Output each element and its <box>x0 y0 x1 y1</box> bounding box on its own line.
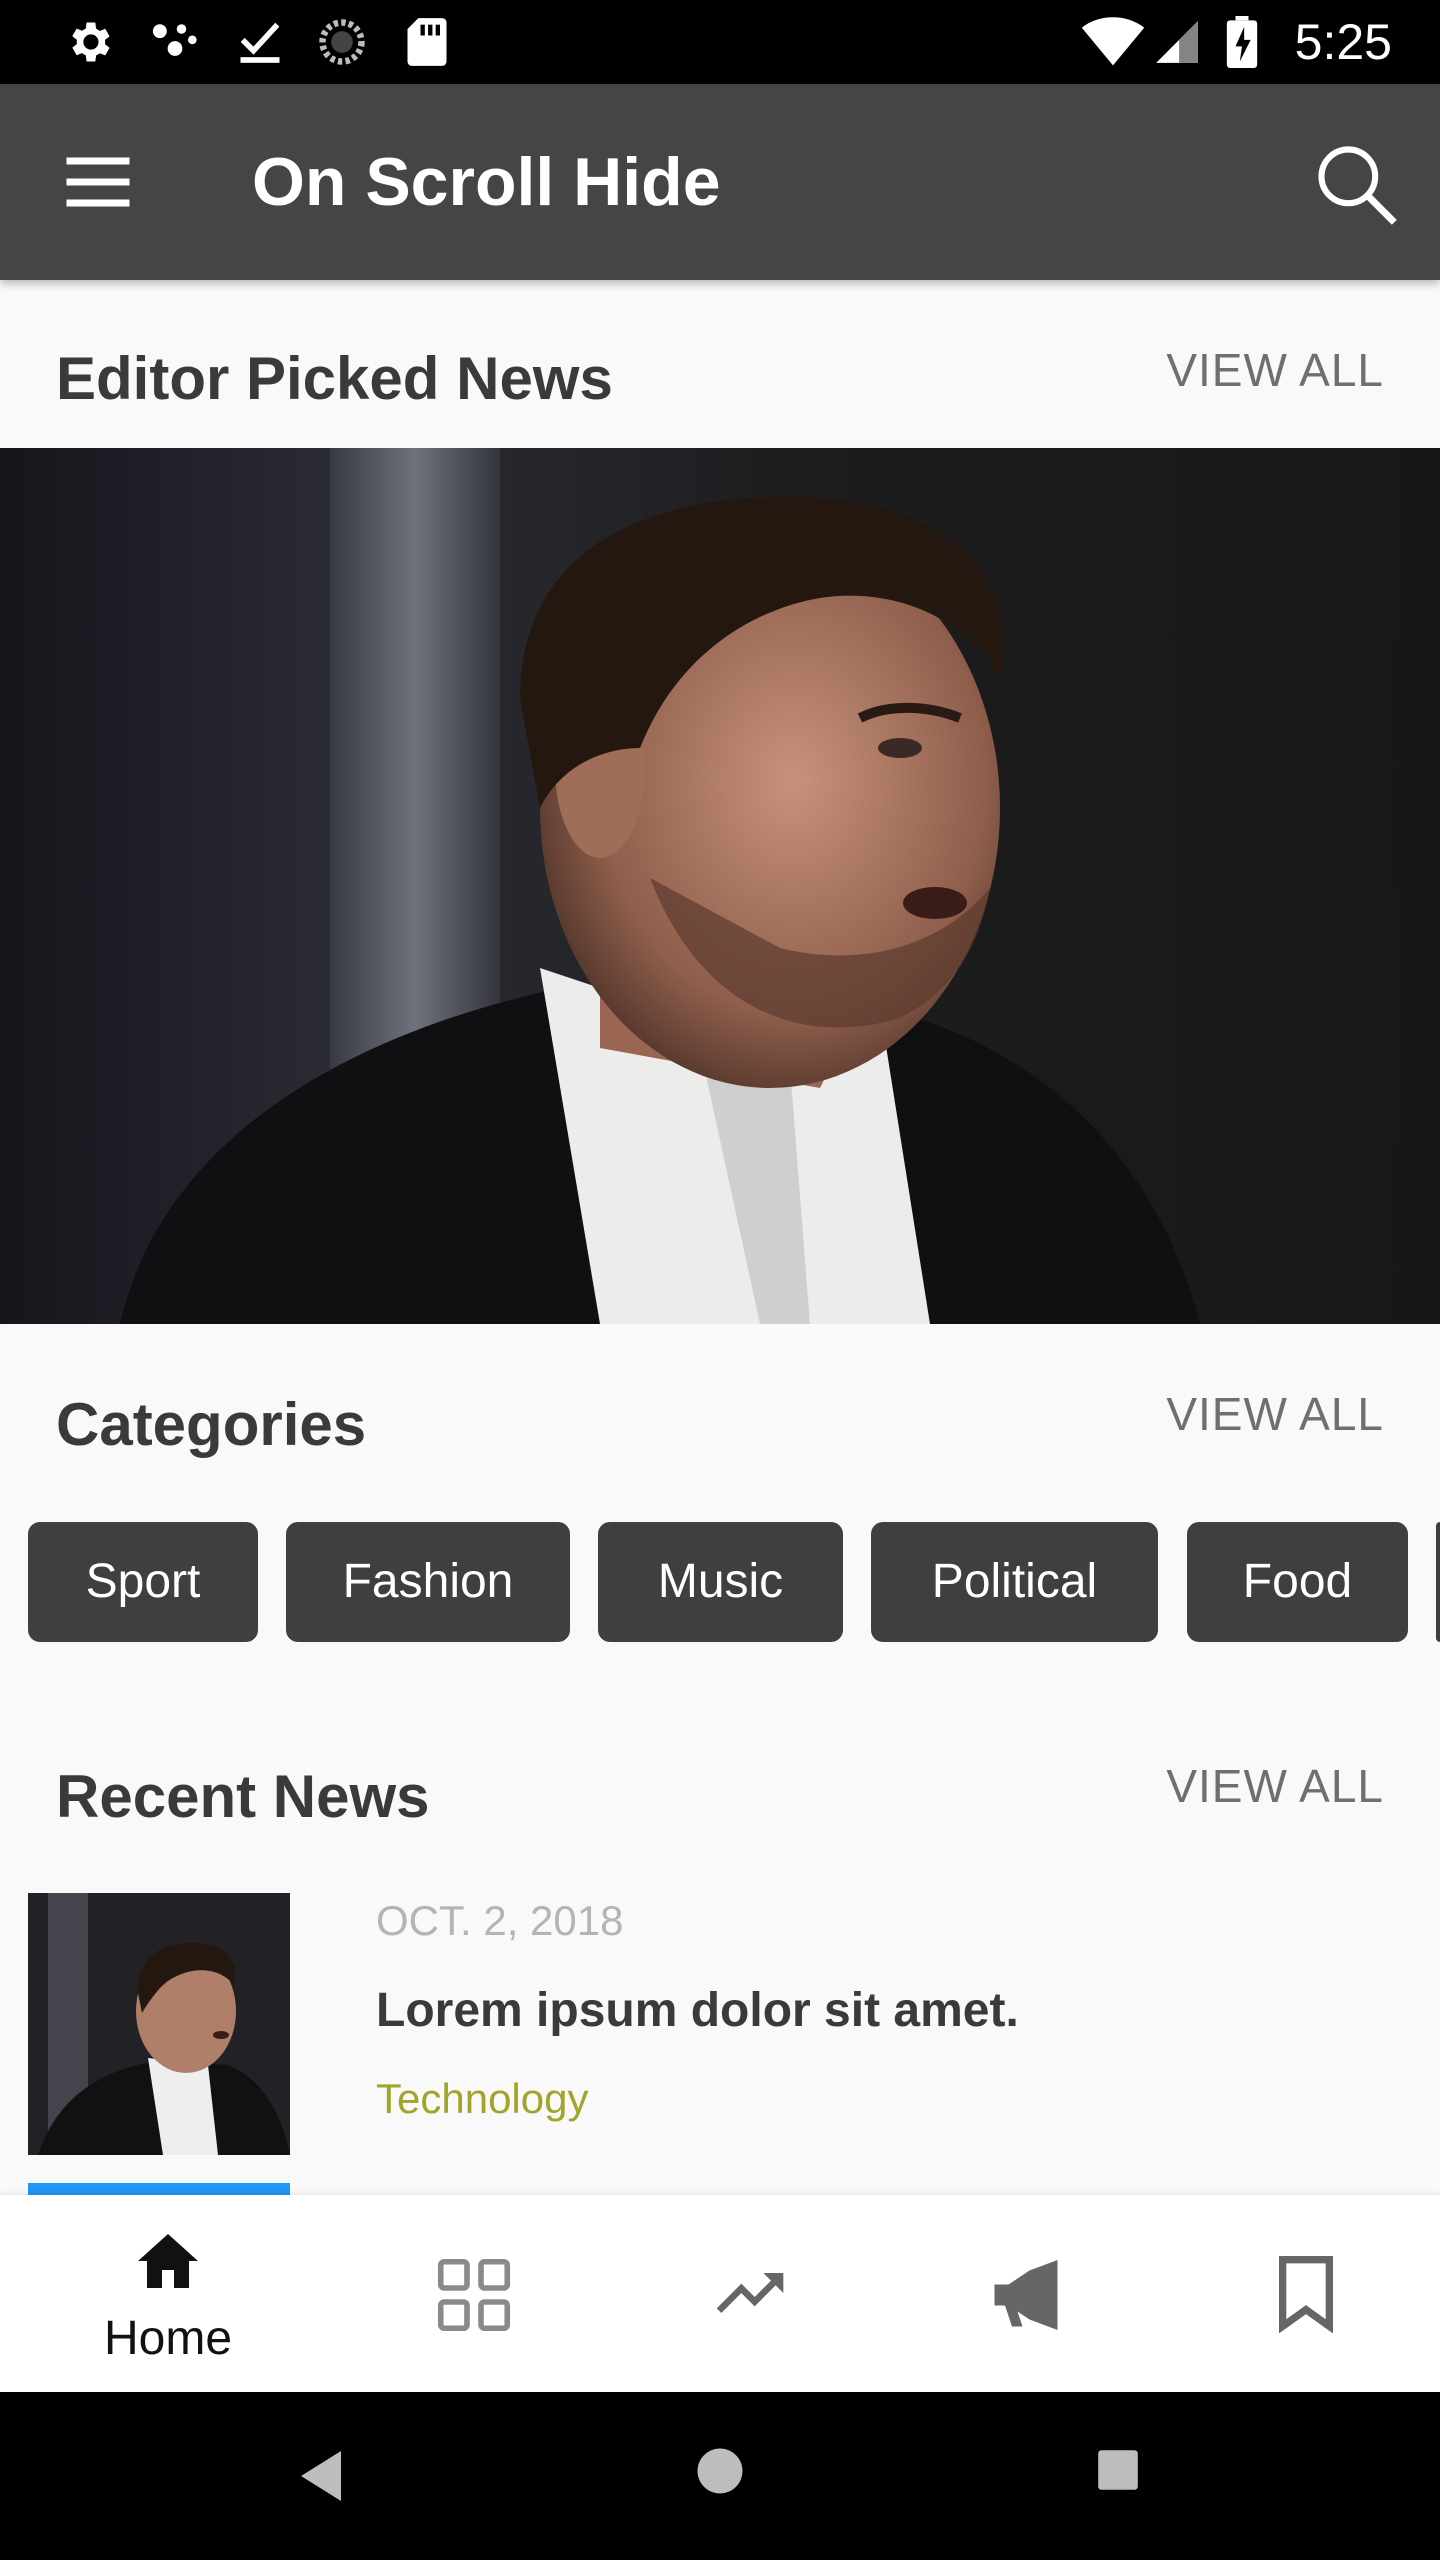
signal-icon <box>1156 21 1198 63</box>
menu-icon[interactable] <box>56 140 140 224</box>
nav-item-bookmarks[interactable] <box>1158 2195 1440 2392</box>
nav-item-categories[interactable] <box>330 2195 618 2392</box>
nav-item-trending[interactable] <box>606 2195 894 2392</box>
bottom-navigation: Home <box>0 2195 1440 2392</box>
nav-label-home: Home <box>103 2312 233 2365</box>
recent-news-view-all-button[interactable]: VIEW ALL <box>1166 1758 1384 1814</box>
back-icon[interactable] <box>296 2446 346 2506</box>
battery-charging-icon <box>1226 16 1258 68</box>
home-circle-icon[interactable] <box>695 2446 745 2496</box>
accent-strip <box>28 2183 290 2195</box>
nav-item-home[interactable]: Home <box>24 2195 312 2392</box>
nav-item-announcements[interactable] <box>882 2195 1170 2392</box>
news-date: OCT. 2, 2018 <box>376 1897 624 1944</box>
sd-card-icon <box>407 18 447 66</box>
categories-view-all-button[interactable]: VIEW ALL <box>1166 1386 1384 1442</box>
wifi-icon <box>1081 17 1145 66</box>
editor-picked-hero-image[interactable] <box>0 448 1440 1324</box>
news-category-link[interactable]: Technology <box>376 2074 588 2124</box>
grid-icon <box>437 2258 511 2332</box>
recents-icon[interactable] <box>1096 2448 1140 2492</box>
news-thumbnail[interactable] <box>28 1893 290 2155</box>
editor-picked-title: Editor Picked News <box>56 345 613 412</box>
category-chip-fashion[interactable]: Fashion <box>286 1522 570 1642</box>
search-icon[interactable] <box>1310 138 1402 230</box>
editor-picked-view-all-button[interactable]: VIEW ALL <box>1166 342 1384 398</box>
download-done-icon <box>240 22 280 63</box>
category-chip-music[interactable]: Music <box>598 1522 843 1642</box>
system-navigation-bar <box>0 2392 1440 2560</box>
sync-icon <box>319 19 365 65</box>
bookmark-icon <box>1279 2256 1333 2333</box>
news-thumbnail-photo <box>28 1893 290 2155</box>
category-chip-partial[interactable] <box>1436 1522 1440 1642</box>
settings-icon <box>72 22 110 62</box>
megaphone-icon <box>994 2260 1058 2330</box>
home-icon <box>138 2234 198 2288</box>
hero-photo <box>0 448 1440 1324</box>
app-title: On Scroll Hide <box>252 144 721 220</box>
trending-icon <box>716 2273 784 2313</box>
status-time: 5:25 <box>1294 14 1392 70</box>
app-bar: On Scroll Hide <box>0 84 1440 280</box>
categories-title: Categories <box>56 1391 367 1458</box>
recent-news-title: Recent News <box>56 1763 430 1830</box>
dots-icon <box>152 24 197 56</box>
category-chip-sport[interactable]: Sport <box>28 1522 258 1642</box>
category-chip-food[interactable]: Food <box>1187 1522 1408 1642</box>
news-headline-link[interactable]: Lorem ipsum dolor sit amet. <box>376 1982 1019 2040</box>
category-chip-political[interactable]: Political <box>871 1522 1158 1642</box>
status-bar: 5:25 <box>0 0 1440 84</box>
